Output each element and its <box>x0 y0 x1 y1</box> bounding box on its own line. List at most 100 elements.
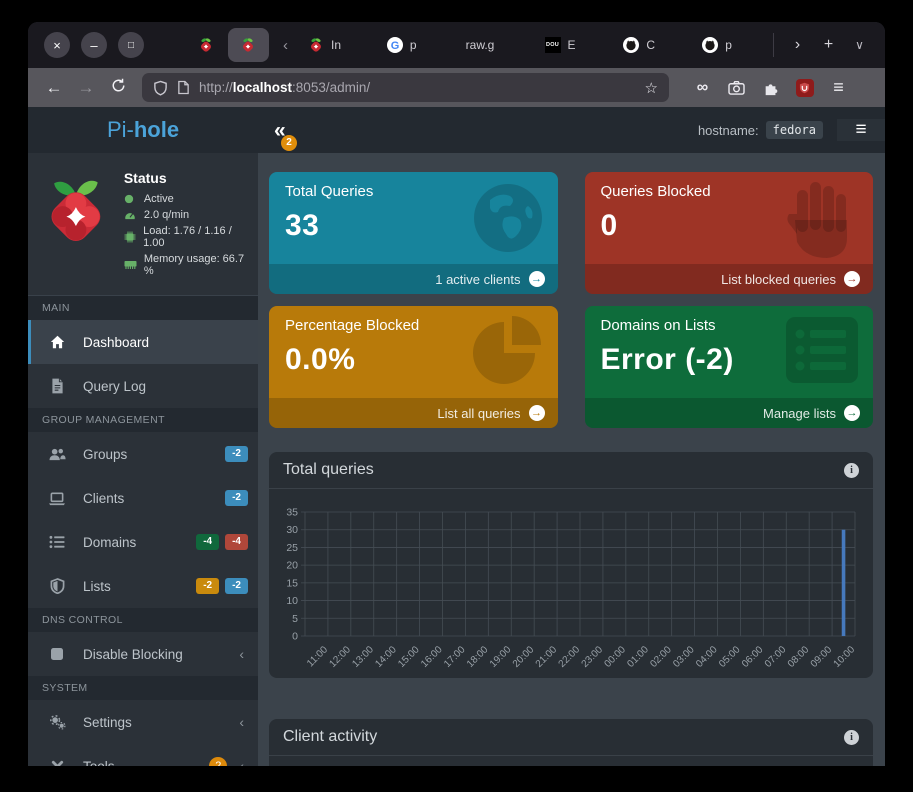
active-clients-link[interactable]: 1 active clients → <box>269 264 558 294</box>
info-icon[interactable]: i <box>844 730 859 745</box>
bookmark-star-icon[interactable]: ☆ <box>645 79 658 97</box>
sidebar-item-lists[interactable]: Lists -2 -2 <box>28 564 258 608</box>
card-footer-label: Manage lists <box>763 406 836 421</box>
pihole-raspberry-logo <box>38 168 114 250</box>
pihole-menu-toggle[interactable]: ≡ <box>837 119 885 141</box>
screenshot-camera-icon[interactable] <box>721 80 752 95</box>
total-queries-chart: 0510152025303511:0012:0013:0014:0015:001… <box>277 497 867 669</box>
svg-text:10: 10 <box>286 595 298 607</box>
card-body: Domains on Lists Error (-2) <box>585 306 874 398</box>
svg-text:02:00: 02:00 <box>648 644 674 669</box>
window-controls: × – □ <box>28 32 156 58</box>
browser-tab[interactable]: raw.g <box>458 38 537 52</box>
status-row: Load: 1.76 / 1.16 / 1.00 <box>124 225 250 249</box>
browser-tab[interactable]: DOU E <box>537 37 616 53</box>
panel-body: 0510152025303511:0012:0013:0014:0015:001… <box>269 489 873 678</box>
browser-tab-bar: × – □ ‹ <box>28 22 885 68</box>
forward-icon[interactable]: → <box>70 78 102 98</box>
percentage-blocked-card: Percentage Blocked 0.0% List all queries… <box>269 306 558 428</box>
sidebar-user-panel: Status Active 2.0 q/min <box>28 153 258 296</box>
new-tab-button[interactable]: + <box>813 36 844 54</box>
reload-icon[interactable] <box>102 78 134 98</box>
sidebar-item-groups[interactable]: Groups -2 <box>28 432 258 476</box>
sidebar-item-disable-blocking[interactable]: Disable Blocking ‹ <box>28 632 258 676</box>
tab-title: C <box>646 38 655 52</box>
domains-on-lists-card: Domains on Lists Error (-2) <box>585 306 874 428</box>
sidebar: Status Active 2.0 q/min <box>28 153 258 766</box>
pihole-body: Status Active 2.0 q/min <box>28 153 885 766</box>
browser-tab[interactable]: In <box>300 37 379 53</box>
extensions-puzzle-icon[interactable] <box>755 80 786 96</box>
svg-text:14:00: 14:00 <box>373 644 399 669</box>
main-content: Total Queries 33 1 active clients <box>258 153 885 766</box>
hand-icon <box>783 180 861 262</box>
manage-lists-link[interactable]: Manage lists → <box>585 398 874 428</box>
chevron-left-icon: ‹ <box>239 714 244 730</box>
status-panel: Status Active 2.0 q/min <box>124 168 250 281</box>
browser-tab[interactable]: G p <box>379 37 458 53</box>
list-all-queries-link[interactable]: List all queries → <box>269 398 558 428</box>
svg-text:20: 20 <box>286 560 298 572</box>
svg-text:17:00: 17:00 <box>442 644 468 669</box>
panel-title: Total queries <box>283 461 374 479</box>
window-close-button[interactable]: × <box>44 32 70 58</box>
status-title: Status <box>124 170 250 186</box>
back-icon[interactable]: ← <box>38 78 70 98</box>
file-icon <box>31 378 83 394</box>
tracking-shield-icon[interactable] <box>153 80 168 96</box>
url-bar[interactable]: http://localhost:8053/admin/ ☆ <box>142 73 669 102</box>
svg-text:07:00: 07:00 <box>763 644 789 669</box>
browser-tab-pinned[interactable] <box>192 37 220 53</box>
ublock-origin-icon[interactable] <box>789 79 820 97</box>
sidebar-item-clients[interactable]: Clients -2 <box>28 476 258 520</box>
sidebar-item-label: Domains <box>83 535 136 550</box>
pihole-favicon <box>240 37 256 53</box>
sidebar-section-main: MAIN <box>28 296 258 320</box>
logo-prefix: Pi- <box>107 117 134 143</box>
svg-text:19:00: 19:00 <box>488 644 514 669</box>
svg-text:11:00: 11:00 <box>305 644 330 669</box>
pihole-logo[interactable]: Pi-hole <box>28 107 258 153</box>
infinity-extension-icon[interactable]: ∞ <box>687 79 718 97</box>
sidebar-item-label: Dashboard <box>83 335 149 350</box>
browser-menu-icon[interactable]: ≡ <box>823 77 854 98</box>
clients-badge: -2 <box>225 490 248 506</box>
laptop-icon <box>31 491 83 506</box>
queries-blocked-card: Queries Blocked 0 <box>585 172 874 294</box>
list-blocked-queries-link[interactable]: List blocked queries → <box>585 264 874 294</box>
pihole-favicon <box>198 37 214 53</box>
page-info-icon[interactable] <box>177 80 190 95</box>
url-text[interactable]: http://localhost:8053/admin/ <box>199 80 370 95</box>
panel-header: Total queries i <box>269 452 873 489</box>
sidebar-item-domains[interactable]: Domains -4 -4 <box>28 520 258 564</box>
browser-tab[interactable]: C <box>615 37 694 53</box>
browser-tab[interactable]: p <box>694 37 773 53</box>
sidebar-item-dashboard[interactable]: Dashboard <box>28 320 258 364</box>
svg-text:20:00: 20:00 <box>511 644 537 669</box>
total-queries-panel: Total queries i 0510152025303511:0012:00… <box>269 452 873 678</box>
tab-title: raw.g <box>466 38 495 52</box>
info-icon[interactable]: i <box>844 463 859 478</box>
list-all-tabs-icon[interactable]: ∨ <box>844 38 875 52</box>
domains-denied-badge: -4 <box>225 534 248 550</box>
browser-window: × – □ ‹ <box>28 22 885 766</box>
tab-scroll-left-icon[interactable]: ‹ <box>283 37 288 54</box>
list-alt-icon <box>783 314 861 386</box>
sidebar-item-query-log[interactable]: Query Log <box>28 364 258 408</box>
tab-bar-controls: › + ∨ <box>773 33 885 57</box>
sidebar-item-label: Groups <box>83 447 127 462</box>
tab-title: p <box>410 38 417 52</box>
gears-icon <box>31 714 83 730</box>
sidebar-item-label: Settings <box>83 715 132 730</box>
svg-text:15: 15 <box>286 577 298 589</box>
sidebar-collapse-icon[interactable]: « 2 <box>274 120 286 141</box>
tab-bar-divider <box>773 33 774 57</box>
window-minimize-button[interactable]: – <box>81 32 107 58</box>
sidebar-item-settings[interactable]: Settings ‹ <box>28 700 258 744</box>
browser-tab-active[interactable] <box>228 28 269 62</box>
globe-icon <box>470 180 546 256</box>
tab-scroll-right-icon[interactable]: › <box>782 36 813 54</box>
window-maximize-button[interactable]: □ <box>118 32 144 58</box>
status-label: Load: 1.76 / 1.16 / 1.00 <box>143 225 250 249</box>
sidebar-item-tools[interactable]: Tools 2 ‹ <box>28 744 258 766</box>
